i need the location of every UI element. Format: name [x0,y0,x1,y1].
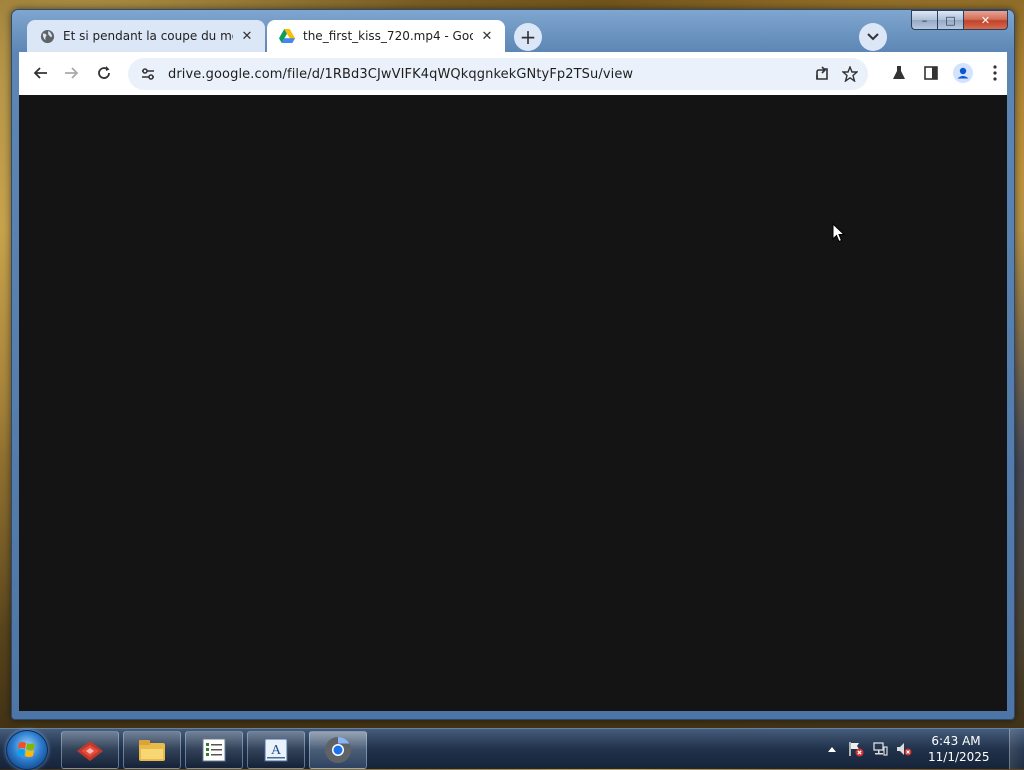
clock-date: 11/1/2025 [928,750,990,764]
system-tray: 6:43 AM 11/1/2025 [820,729,990,769]
show-hidden-icons[interactable] [823,740,841,758]
bookmark-button[interactable] [836,60,864,88]
reload-button[interactable] [90,59,118,87]
close-icon[interactable]: ✕ [479,28,495,44]
taskbar: A 6:43 AM 11/1/2025 [0,728,1024,770]
chevron-down-icon [867,33,879,41]
action-center-flag-icon[interactable] [847,740,865,758]
forward-button[interactable] [58,59,86,87]
back-icon [33,67,47,79]
taskbar-app-red[interactable] [61,731,119,769]
site-info-icon[interactable] [134,60,162,88]
plus-icon: + [519,25,537,49]
reload-icon [98,66,110,79]
svg-text:A: A [271,743,282,758]
profile-icon [953,63,973,83]
page-content-video-viewer[interactable] [19,95,1007,711]
back-button[interactable] [26,59,54,87]
start-button[interactable] [6,730,48,770]
google-drive-icon [279,28,295,44]
close-icon[interactable]: ✕ [239,28,255,44]
url-text[interactable]: drive.google.com/file/d/1RBd3CJwVIFK4qWQ… [168,67,633,82]
tab-drive-video[interactable]: the_first_kiss_720.mp4 - Google ✕ [267,20,505,52]
share-icon [816,66,828,80]
side-panel-icon [924,66,938,80]
globe-icon [39,28,55,44]
labs-button[interactable] [885,59,913,87]
mouse-cursor [832,223,846,243]
menu-icon [993,65,997,81]
tab-title: Et si pendant la coupe du mond [63,29,233,43]
bookmark-star-icon [842,66,858,82]
browser-window: – □ ✕ Et si pendant la coupe du mond ✕ t… [11,9,1015,720]
volume-muted-icon[interactable] [895,740,913,758]
network-icon[interactable] [871,740,889,758]
notepad-list-icon [202,738,226,762]
clock-time: 6:43 AM [931,734,981,748]
address-bar[interactable]: drive.google.com/file/d/1RBd3CJwVIFK4qWQ… [128,58,868,90]
omnibox-actions [808,60,864,88]
show-desktop-button[interactable] [1009,729,1024,769]
taskbar-chrome[interactable] [309,731,367,769]
forward-icon [65,67,79,79]
profile-button[interactable] [949,59,977,87]
menu-button[interactable] [981,59,1009,87]
share-button[interactable] [808,60,836,88]
text-editor-icon: A [264,738,288,762]
taskbar-notepad[interactable] [185,731,243,769]
windows-logo-icon [17,742,35,757]
system-clock[interactable]: 6:43 AM 11/1/2025 [928,733,990,765]
app-red-icon [77,741,103,761]
chrome-icon [325,736,351,763]
side-panel-button[interactable] [917,59,945,87]
labs-flask-icon [893,66,905,79]
tab-search-button[interactable] [859,23,887,51]
tab-world-cup-article[interactable]: Et si pendant la coupe du mond ✕ [27,20,265,52]
taskbar-text-editor[interactable]: A [247,731,305,769]
tab-strip: Et si pendant la coupe du mond ✕ the_fir… [19,18,1007,52]
tab-title: the_first_kiss_720.mp4 - Google [303,29,473,43]
taskbar-file-explorer[interactable] [123,731,181,769]
browser-toolbar: drive.google.com/file/d/1RBd3CJwVIFK4qWQ… [19,52,1007,95]
file-explorer-icon [139,740,165,761]
new-tab-button[interactable]: + [514,23,542,51]
